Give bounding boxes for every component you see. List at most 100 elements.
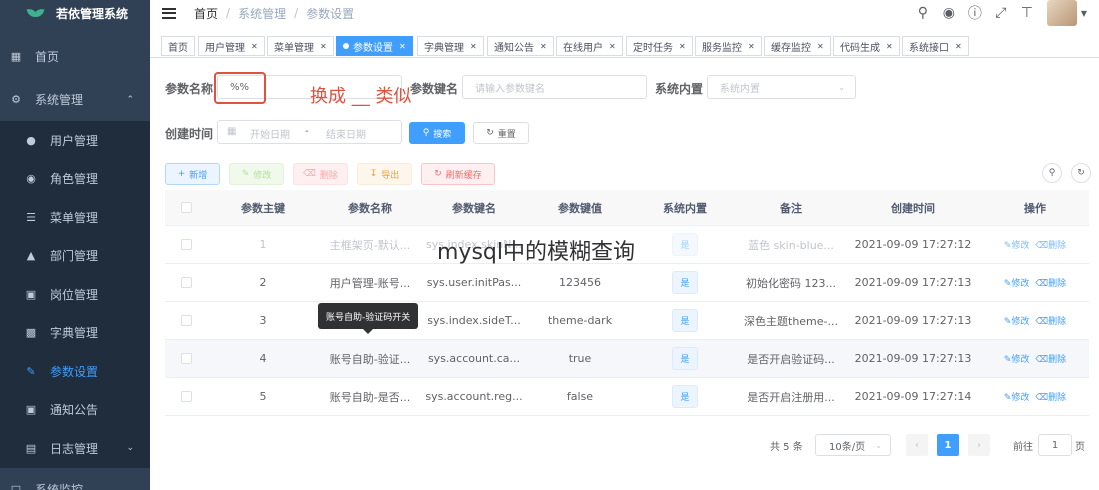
edit-button[interactable]: ✎ 修改 (229, 163, 284, 185)
config-type-select[interactable]: 系统内置 ⌄ (707, 75, 856, 99)
delete-link-label: 删除 (1048, 393, 1067, 403)
row-delete-link[interactable]: ⌫删除 (1035, 352, 1066, 365)
plus-icon: + (177, 169, 186, 179)
builtin-badge: 是 (672, 233, 698, 256)
close-icon[interactable]: ✕ (399, 42, 406, 51)
sidebar-item-role[interactable]: ◉ 角色管理 (0, 159, 150, 198)
row-checkbox[interactable] (180, 315, 192, 326)
row-checkbox[interactable] (180, 391, 192, 402)
row-delete-link[interactable]: ⌫删除 (1035, 314, 1066, 327)
date-range-picker[interactable]: ▦ 开始日期 - 结束日期 (217, 120, 402, 144)
refresh-cache-button[interactable]: ↻ 刷新缓存 (421, 163, 495, 185)
sidebar-item-menu[interactable]: ☰ 菜单管理 (0, 198, 150, 237)
tag-notice[interactable]: 通知公告 ✕ (487, 36, 554, 56)
tag-server[interactable]: 服务监控 ✕ (695, 36, 762, 56)
sidebar-item-post[interactable]: ▣ 岗位管理 (0, 275, 150, 314)
close-icon[interactable]: ✕ (470, 42, 477, 51)
row-checkbox[interactable] (180, 239, 192, 250)
table-row[interactable]: 2 用户管理-账号... sys.user.initPas... 123456 … (165, 264, 1089, 302)
row-checkbox[interactable] (180, 353, 192, 364)
delete-link-label: 删除 (1048, 279, 1067, 289)
row-delete-link[interactable]: ⌫删除 (1035, 238, 1066, 251)
sidebar-item-config[interactable]: ✎ 参数设置 (0, 352, 150, 391)
row-edit-link[interactable]: ✎修改 (1004, 238, 1030, 251)
sidebar-item-dict[interactable]: ▩ 字典管理 (0, 313, 150, 352)
close-icon[interactable]: ✕ (679, 42, 686, 51)
row-checkbox[interactable] (180, 277, 192, 288)
sidebar-item-label: 角色管理 (50, 172, 99, 187)
select-all-checkbox[interactable] (180, 202, 192, 213)
question-icon[interactable]: ⓘ (967, 3, 983, 23)
refresh-table-button[interactable]: ↻ (1071, 163, 1091, 183)
hamburger-icon[interactable] (162, 7, 176, 19)
search-button[interactable]: ⚲ 搜索 (409, 122, 465, 144)
tag-gen[interactable]: 代码生成 ✕ (833, 36, 900, 56)
fullscreen-icon[interactable]: ⤢ (993, 5, 1009, 21)
row-delete-link[interactable]: ⌫删除 (1035, 390, 1066, 403)
actions-cell: ✎修改 ⌫删除 (981, 340, 1089, 377)
tag-online[interactable]: 在线用户 ✕ (556, 36, 623, 56)
tag-swagger[interactable]: 系统接口 ✕ (902, 36, 969, 56)
row-edit-link[interactable]: ✎修改 (1004, 390, 1030, 403)
sidebar-item-label: 系统监控 (35, 482, 84, 490)
reset-button-label: 重置 (497, 129, 516, 140)
close-icon[interactable]: ✕ (748, 42, 755, 51)
edit-icon: ✎ (241, 169, 250, 179)
caret-down-icon[interactable]: ▼ (1081, 9, 1087, 18)
close-icon[interactable]: ✕ (540, 42, 547, 51)
close-icon[interactable]: ✕ (251, 42, 258, 51)
reset-button[interactable]: ↻ 重置 (473, 122, 529, 144)
page-number-button[interactable]: 1 (937, 434, 959, 456)
tag-config[interactable]: 参数设置 ✕ (336, 36, 413, 56)
row-delete-link[interactable]: ⌫删除 (1035, 276, 1066, 289)
goto-page-input[interactable]: 1 (1038, 434, 1072, 456)
pagination-total: 共 5 条 (770, 441, 803, 453)
table-row[interactable]: 3 sys.index.sideT... theme-dark 是 深色主题th… (165, 302, 1089, 340)
name-cell: 账号自助-验证... (329, 352, 411, 366)
toggle-search-button[interactable]: ⚲ (1042, 163, 1062, 183)
remark-cell: 是否开启注册用... (747, 390, 835, 404)
page-size-select[interactable]: 10条/页 ⌄ (815, 434, 891, 456)
tag-cache[interactable]: 缓存监控 ✕ (764, 36, 831, 56)
close-icon[interactable]: ✕ (320, 42, 327, 51)
search-icon: ⚲ (422, 128, 430, 138)
tag-user[interactable]: 用户管理 ✕ (198, 36, 265, 56)
sidebar-item-system[interactable]: ⚙ 系统管理 ⌃ (0, 78, 150, 121)
prev-page-button[interactable]: ‹ (906, 434, 928, 456)
row-edit-link[interactable]: ✎修改 (1004, 352, 1030, 365)
sidebar-item-log[interactable]: ▤ 日志管理 ⌄ (0, 429, 150, 468)
date-separator: - (305, 126, 309, 137)
config-key-input[interactable]: 请输入参数键名 (462, 75, 647, 99)
font-size-icon[interactable]: ⊤ (1019, 5, 1035, 21)
add-button[interactable]: + 新增 (165, 163, 220, 185)
close-icon[interactable]: ✕ (609, 42, 616, 51)
overlay-caption: mysql中的模糊查询 (437, 240, 635, 265)
search-icon[interactable]: ⚲ (915, 5, 931, 21)
sidebar-item-home[interactable]: ▦ 首页 (0, 35, 150, 78)
sidebar-item-notice[interactable]: ▣ 通知公告 (0, 390, 150, 429)
app-logo[interactable]: 若依管理系统 (0, 0, 150, 26)
export-button[interactable]: ↧ 导出 (357, 163, 412, 185)
refresh-icon: ↻ (486, 128, 494, 138)
row-edit-link[interactable]: ✎修改 (1004, 314, 1030, 327)
sidebar-item-dept[interactable]: ▲ 部门管理 (0, 236, 150, 275)
sidebar-item-monitor[interactable]: □ 系统监控 (0, 467, 150, 490)
tag-job[interactable]: 定时任务 ✕ (626, 36, 693, 56)
close-icon[interactable]: ✕ (955, 42, 962, 51)
close-icon[interactable]: ✕ (886, 42, 893, 51)
github-icon[interactable]: ◉ (941, 5, 957, 21)
tag-menu[interactable]: 菜单管理 ✕ (267, 36, 334, 56)
avatar[interactable] (1046, 0, 1077, 26)
tag-dict[interactable]: 字典管理 ✕ (417, 36, 484, 56)
sidebar-item-user[interactable]: ● 用户管理 (0, 121, 150, 160)
table-row[interactable]: 4 账号自助-验证... sys.account.ca... true 是 是否… (165, 340, 1089, 378)
edit-button-label: 修改 (253, 170, 272, 181)
breadcrumb-item[interactable]: 首页 (194, 5, 218, 22)
close-icon[interactable]: ✕ (817, 42, 824, 51)
tag-home[interactable]: 首页 (161, 36, 195, 56)
delete-button[interactable]: ⌫ 删除 (293, 163, 348, 185)
next-page-button[interactable]: › (968, 434, 990, 456)
tag-label: 字典管理 (424, 42, 464, 54)
table-row[interactable]: 5 账号自助-是否... sys.account.reg... false 是 … (165, 378, 1089, 416)
row-edit-link[interactable]: ✎修改 (1004, 276, 1030, 289)
